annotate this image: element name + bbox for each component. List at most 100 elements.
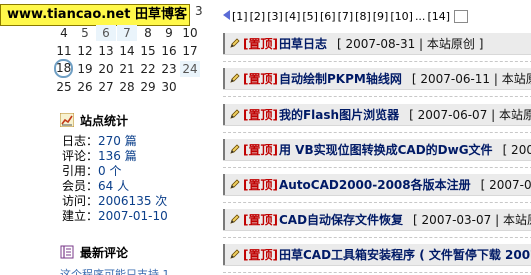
page-link[interactable]: [3] [267, 10, 283, 23]
comments-heading: 最新评论 [60, 244, 128, 262]
stat-label: 建立： [62, 209, 99, 223]
page-link[interactable]: [8] [355, 10, 371, 23]
stat-label: 会员： [62, 179, 99, 193]
calendar-day[interactable]: 26 [75, 79, 95, 95]
calendar-today[interactable]: 18 [54, 59, 73, 78]
page-link[interactable]: [6] [320, 10, 336, 23]
stat-label: 评论： [62, 149, 99, 163]
post-row[interactable]: [置顶]田草CAD工具箱安装程序 ( 文件暂停下载 2007 ) [223, 244, 531, 266]
stats-heading-label: 站点统计 [80, 114, 129, 128]
page-link[interactable]: [5] [302, 10, 318, 23]
pencil-icon [229, 140, 241, 154]
post-meta: [ 2007-05-20 ] [480, 178, 531, 192]
post-row[interactable]: [置顶]用 VB实现位图转换成CAD的DwG文件 [ 2007-06-04 ] [223, 139, 531, 161]
stat-label: 日志： [62, 134, 99, 148]
post-divider [223, 272, 531, 273]
post-meta: [ 2007-03-07 | 本站原创 ] [413, 213, 531, 227]
calendar-day[interactable]: 27 [96, 79, 116, 95]
post-title-link[interactable]: 用 VB实现位图转换成CAD的DwG文件 [279, 143, 493, 157]
calendar-day[interactable]: 25 [54, 79, 74, 95]
calendar-day[interactable]: 9 [159, 25, 179, 41]
pencil-icon [229, 105, 241, 119]
post-divider [223, 167, 531, 168]
post-title-link[interactable]: 自动绘制PKPM轴线网 [279, 72, 402, 86]
calendar-day[interactable]: 12 [75, 43, 95, 59]
book-icon [60, 245, 74, 259]
calendar-day[interactable]: 13 [96, 43, 116, 59]
pinned-tag: [置顶] [243, 72, 278, 86]
page-ellipsis: ... [414, 10, 426, 23]
calendar-day[interactable]: 7 [117, 25, 137, 41]
stat-line: 评论：136 篇 [62, 149, 168, 164]
calendar-day[interactable]: 20 [96, 61, 116, 77]
post-divider [223, 237, 531, 238]
calendar-day[interactable]: 30 [159, 79, 179, 95]
post-row[interactable]: [置顶]自动绘制PKPM轴线网 [ 2007-06-11 | 本站原创 ] [223, 68, 531, 90]
calendar-day[interactable]: 11 [54, 43, 74, 59]
pencil-icon [229, 34, 241, 48]
pencil-icon [229, 175, 241, 189]
stat-value: 2006135 次 [98, 194, 168, 208]
stat-line: 会员：64 人 [62, 179, 168, 194]
page-link[interactable]: [7] [338, 10, 354, 23]
pinned-tag: [置顶] [243, 108, 278, 122]
calendar-day[interactable]: 8 [138, 25, 158, 41]
post-title-link[interactable]: CAD自动保存文件恢复 [279, 213, 403, 227]
post-row[interactable]: [置顶]我的Flash图片浏览器 [ 2007-06-07 | 本站原创 ] [223, 104, 531, 126]
chart-icon [59, 112, 75, 128]
prev-page-icon[interactable] [223, 10, 230, 20]
pagination: [1] [2] [3] [4] [5] [6] [7] [8] [9] [10]... [14] [223, 9, 469, 25]
stat-line: 日志：270 篇 [62, 134, 168, 149]
calendar-day[interactable]: 6 [96, 25, 116, 41]
page-jump-box[interactable] [454, 10, 469, 23]
post-divider [223, 61, 531, 62]
post-title-link[interactable]: AutoCAD2000-2008各版本注册 [279, 178, 471, 192]
calendar-day[interactable]: 21 [117, 61, 137, 77]
post-title-link[interactable]: 田草CAD工具箱安装程序 ( 文件暂停下载 2007 ) [279, 248, 531, 262]
page-link[interactable]: [1] [232, 10, 248, 23]
page-link[interactable]: [9] [373, 10, 389, 23]
calendar-day[interactable]: 14 [117, 43, 137, 59]
stat-line: 建立：2007-01-10 [62, 209, 168, 224]
calendar-day[interactable]: 5 [75, 25, 95, 41]
comments-heading-label: 最新评论 [80, 246, 129, 260]
calendar-day[interactable]: 10 [180, 25, 200, 41]
post-title-link[interactable]: 我的Flash图片浏览器 [279, 108, 399, 122]
calendar-day[interactable]: 28 [117, 79, 137, 95]
calendar-day[interactable]: 3 [195, 4, 203, 18]
post-title-link[interactable]: 田草日志 [279, 37, 327, 51]
page-link[interactable]: [10] [390, 10, 413, 23]
page-link[interactable]: [4] [285, 10, 301, 23]
calendar-day[interactable]: 16 [159, 43, 179, 59]
post-row[interactable]: [置顶]CAD自动保存文件恢复 [ 2007-03-07 | 本站原创 ] [223, 209, 531, 231]
pinned-tag: [置顶] [243, 37, 278, 51]
page-link[interactable]: [14] [427, 10, 450, 23]
calendar-day[interactable]: 4 [54, 25, 74, 41]
post-divider [223, 202, 531, 203]
post-row[interactable]: [置顶]田草日志 [ 2007-08-31 | 本站原创 ] [223, 33, 531, 55]
post-row[interactable]: [置顶]AutoCAD2000-2008各版本注册 [ 2007-05-20 ] [223, 174, 531, 196]
site-banner[interactable]: www.tiancao.net 田草博客 [0, 4, 190, 26]
comment-link[interactable]: 这个程序可能只支持 1... [60, 266, 180, 275]
calendar-day[interactable]: 15 [138, 43, 158, 59]
stat-value: 0 个 [98, 164, 122, 178]
pencil-icon [229, 210, 241, 224]
calendar-day[interactable]: 24 [180, 61, 200, 77]
post-divider [223, 96, 531, 97]
stat-value: 64 人 [98, 179, 130, 193]
calendar-day[interactable]: 23 [159, 61, 179, 77]
stats-list: 日志：270 篇评论：136 篇引用：0 个会员：64 人访问：2006135 … [62, 134, 168, 224]
sidebar: www.tiancao.net 田草博客 3 4 5 6 7 8 9 10 11 12 13 14 1… [0, 0, 216, 275]
pinned-tag: [置顶] [243, 248, 278, 262]
post-divider [223, 132, 531, 133]
calendar-day[interactable]: 22 [138, 61, 158, 77]
pencil-icon [229, 245, 241, 259]
post-meta: [ 2007-06-07 | 本站原创 ] [409, 108, 531, 122]
calendar-day[interactable]: 17 [180, 43, 200, 59]
post-meta: [ 2007-06-04 ] [502, 143, 531, 157]
pencil-icon [229, 69, 241, 83]
stat-line: 引用：0 个 [62, 164, 168, 179]
calendar-day[interactable]: 19 [75, 61, 95, 77]
page-link[interactable]: [2] [250, 10, 266, 23]
calendar-day[interactable]: 29 [138, 79, 158, 95]
